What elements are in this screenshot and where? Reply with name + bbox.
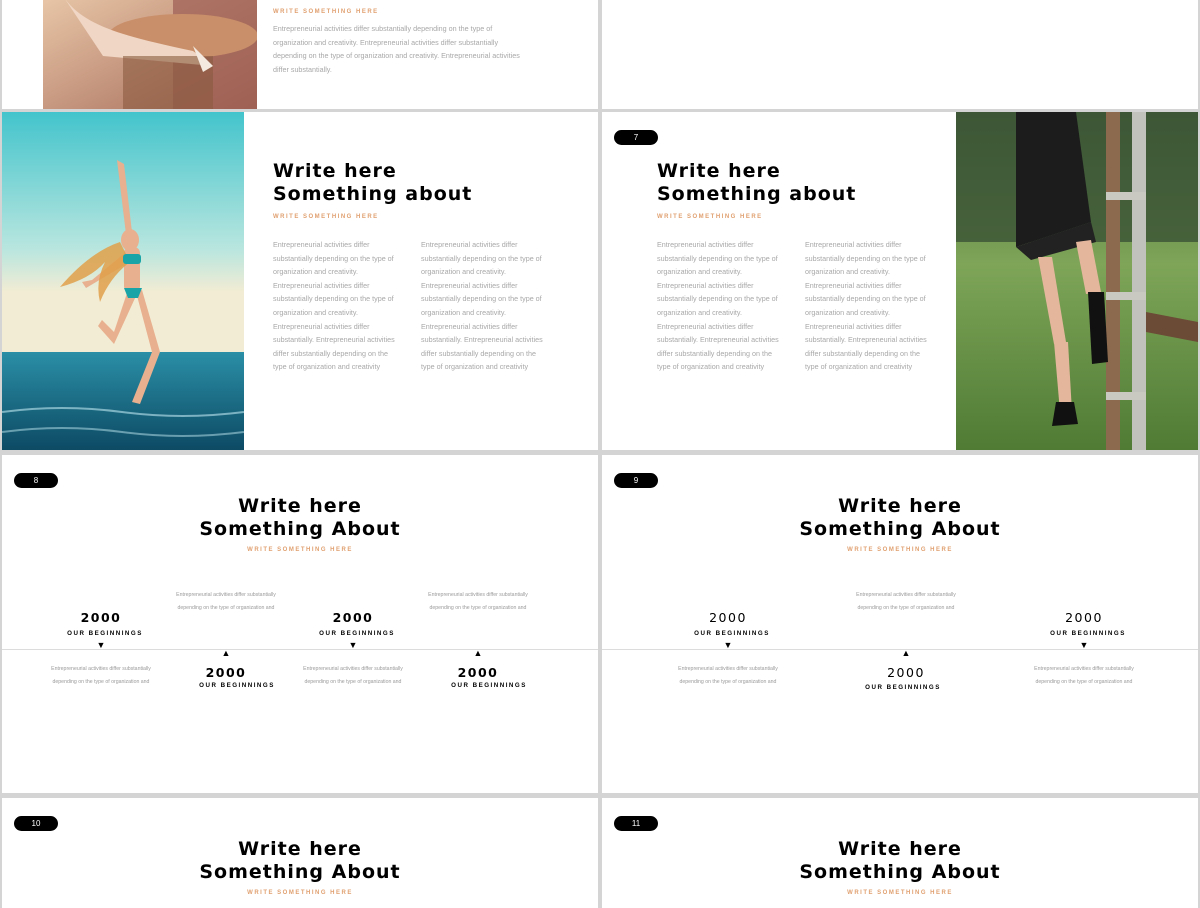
title-line-1: Write here xyxy=(273,160,397,182)
timeline-label: OUR BEGINNINGS xyxy=(319,630,395,637)
slide-6[interactable] xyxy=(602,0,1198,109)
slide-7[interactable]: 7 Write here Something about WRITE SOMET… xyxy=(602,112,1198,450)
slide-11[interactable]: 11 Write here Something About WRITE SOME… xyxy=(602,798,1198,908)
slide-subtitle: WRITE SOMETHING HERE xyxy=(247,890,353,896)
title-line-1: Write here xyxy=(838,495,962,517)
title-line-2: Something About xyxy=(799,861,1001,883)
timeline-year: 2000 xyxy=(709,610,747,625)
timeline-year: 2000 xyxy=(1065,610,1103,625)
arrow-up-icon: ▲ xyxy=(901,648,911,658)
title-line-1: Write here xyxy=(838,838,962,860)
title-line-2: Something About xyxy=(799,518,1001,540)
slide-9[interactable]: 9 Write here Something About WRITE SOMET… xyxy=(602,455,1198,793)
slide-number-badge: 10 xyxy=(14,816,58,831)
slide-subtitle: WRITE SOMETHING HERE xyxy=(657,214,763,220)
timeline-label: OUR BEGINNINGS xyxy=(694,630,770,637)
slide-title: Write here Something About xyxy=(602,495,1198,541)
timeline-text: Entrepreneurial activities differ substa… xyxy=(428,592,528,611)
title-line-2: Something about xyxy=(657,183,857,205)
slide-title: Write here Something About xyxy=(2,495,598,541)
slide-number-badge: 11 xyxy=(614,816,658,831)
title-line-2: Something about xyxy=(273,183,473,205)
slide-title: Write here Something about xyxy=(273,160,472,206)
title-line-1: Write here xyxy=(238,495,362,517)
arrow-down-icon: ▼ xyxy=(1079,640,1089,650)
photo-woman-ladder xyxy=(956,112,1198,450)
timeline-label: OUR BEGINNINGS xyxy=(865,684,941,691)
timeline-text: Entrepreneurial activities differ substa… xyxy=(678,666,778,685)
slide-beach[interactable]: Write here Something about WRITE SOMETHI… xyxy=(2,112,598,450)
arrow-down-icon: ▼ xyxy=(348,640,358,650)
slide-5[interactable]: WRITE SOMETHING HERE Entrepreneurial act… xyxy=(2,0,598,109)
slide-8[interactable]: 8 Write here Something About WRITE SOMET… xyxy=(2,455,598,793)
slide-title: Write here Something About xyxy=(2,838,598,884)
slide-subtitle: WRITE SOMETHING HERE xyxy=(847,547,953,553)
photo-woman-chair xyxy=(43,0,257,109)
timeline-year: 2000 xyxy=(332,610,374,625)
timeline-text: Entrepreneurial activities differ substa… xyxy=(176,592,276,611)
slide-title: Write here Something About xyxy=(602,838,1198,884)
slide-subtitle: WRITE SOMETHING HERE xyxy=(273,9,379,15)
timeline-label: OUR BEGINNINGS xyxy=(1050,630,1126,637)
arrow-down-icon: ▼ xyxy=(96,640,106,650)
arrow-up-icon: ▲ xyxy=(473,648,483,658)
timeline-text: Entrepreneurial activities differ substa… xyxy=(1034,666,1134,685)
timeline-label: OUR BEGINNINGS xyxy=(199,682,275,689)
title-line-2: Something About xyxy=(199,518,401,540)
paragraph-col-2: Entrepreneurial activities differ substa… xyxy=(805,240,927,372)
timeline-year: 2000 xyxy=(80,610,122,625)
timeline-text: Entrepreneurial activities differ substa… xyxy=(856,592,956,611)
slide-subtitle: WRITE SOMETHING HERE xyxy=(273,214,379,220)
timeline-year: 2000 xyxy=(457,665,499,680)
slide-10[interactable]: 10 Write here Something About WRITE SOME… xyxy=(2,798,598,908)
slide-subtitle: WRITE SOMETHING HERE xyxy=(247,547,353,553)
slide-subtitle: WRITE SOMETHING HERE xyxy=(847,890,953,896)
title-line-2: Something About xyxy=(199,861,401,883)
paragraph-col-2: Entrepreneurial activities differ substa… xyxy=(421,240,543,372)
timeline-label: OUR BEGINNINGS xyxy=(67,630,143,637)
title-line-1: Write here xyxy=(657,160,781,182)
paragraph-col-1: Entrepreneurial activities differ substa… xyxy=(273,240,395,372)
timeline-label: OUR BEGINNINGS xyxy=(451,682,527,689)
slide-number-badge: 9 xyxy=(614,473,658,488)
slide-title: Write here Something about xyxy=(657,160,856,206)
slide-number-badge: 7 xyxy=(614,130,658,145)
paragraph-col-1: Entrepreneurial activities differ substa… xyxy=(657,240,779,372)
slide-paragraph: Entrepreneurial activities differ substa… xyxy=(273,24,520,74)
timeline-text: Entrepreneurial activities differ substa… xyxy=(303,666,403,685)
photo-woman-beach xyxy=(2,112,244,450)
arrow-down-icon: ▼ xyxy=(723,640,733,650)
timeline-text: Entrepreneurial activities differ substa… xyxy=(51,666,151,685)
slide-number-badge: 8 xyxy=(14,473,58,488)
timeline-year: 2000 xyxy=(887,665,925,680)
timeline-year: 2000 xyxy=(205,665,247,680)
title-line-1: Write here xyxy=(238,838,362,860)
arrow-up-icon: ▲ xyxy=(221,648,231,658)
